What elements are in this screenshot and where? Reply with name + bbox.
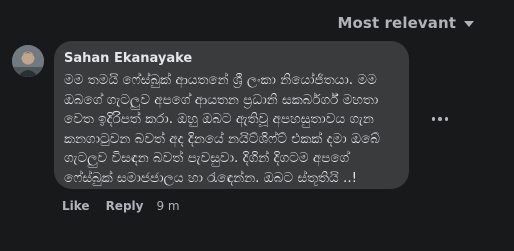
comment-text: මම තමයි ෆේස්බුක් ආයතනේ ශ්‍රී ලංකා නියෝජි…	[64, 72, 380, 186]
avatar-image	[12, 45, 44, 77]
comment-bubble: Sahan Ekanayake මම තමයි ෆේස්බුක් ආයතනේ ශ…	[54, 41, 409, 189]
comment-author[interactable]: Sahan Ekanayake	[64, 50, 397, 67]
more-options-icon	[444, 117, 449, 121]
sort-label: Most relevant	[337, 14, 456, 32]
chevron-down-icon	[464, 21, 474, 27]
more-options-icon	[431, 117, 436, 121]
avatar[interactable]	[12, 45, 44, 77]
more-options-button[interactable]	[428, 107, 452, 131]
comment-timestamp[interactable]: 9 m	[156, 199, 179, 213]
more-options-icon	[438, 117, 442, 121]
sort-comments-dropdown[interactable]: Most relevant	[337, 14, 474, 32]
reply-button[interactable]: Reply	[106, 199, 144, 213]
like-button[interactable]: Like	[62, 199, 90, 213]
comment-actions: Like Reply 9 m	[62, 199, 180, 213]
